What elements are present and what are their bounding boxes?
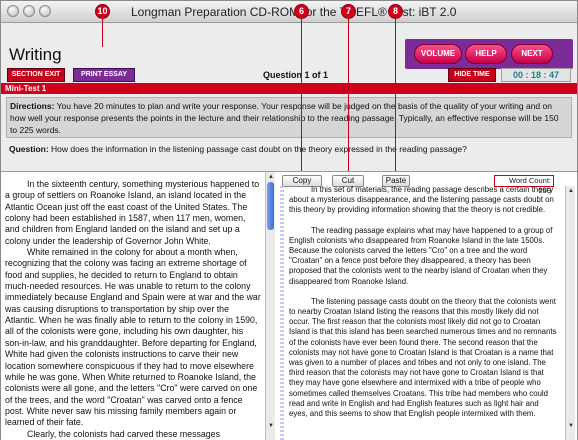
callout-line-10 xyxy=(102,18,103,47)
essay-paragraph: The listening passage casts doubt on the… xyxy=(289,296,557,419)
question-label: Question: xyxy=(9,144,49,154)
callout-line-6 xyxy=(301,18,302,175)
essay-scrollbar[interactable]: ▲ ▼ xyxy=(565,186,575,440)
test-label: Mini-Test 1 xyxy=(5,84,47,93)
volume-button[interactable]: VOLUME xyxy=(414,44,462,64)
content-area: In the sixteenth century, something myst… xyxy=(1,171,577,440)
reading-paragraph: Clearly, the colonists had carved these … xyxy=(27,428,220,439)
reading-passage: In the sixteenth century, something myst… xyxy=(5,179,261,440)
reading-scrollbar[interactable]: ▲ ▼ xyxy=(265,172,275,440)
reading-paragraph: In the sixteenth century, something myst… xyxy=(5,179,260,246)
reading-paragraph: White remained in the colony for about a… xyxy=(5,247,261,428)
section-exit-button[interactable]: SECTION EXIT xyxy=(7,68,65,82)
print-essay-button[interactable]: PRINT ESSAY xyxy=(73,68,135,82)
essay-scroll-down-icon[interactable]: ▼ xyxy=(567,422,575,430)
callout-line-8 xyxy=(395,18,396,175)
question-text: How does the information in the listenin… xyxy=(48,144,467,154)
essay-margin-rail xyxy=(280,186,284,440)
callout-8-badge: 8 xyxy=(388,4,403,19)
callout-line-7 xyxy=(348,18,349,175)
directions-label: Directions: xyxy=(10,101,55,111)
directions-box: Directions: You have 20 minutes to plan … xyxy=(6,97,572,138)
directions-text: You have 20 minutes to plan and write yo… xyxy=(10,101,559,135)
minimize-window-icon[interactable] xyxy=(23,5,35,17)
essay-paragraph: In this set of materials, the reading pa… xyxy=(289,185,554,215)
title-bar: Longman Preparation CD-ROM for the TOEFL… xyxy=(1,1,577,23)
scroll-down-icon[interactable]: ▼ xyxy=(267,422,275,430)
test-bar: Mini-Test 1 xyxy=(1,83,577,94)
hide-time-button[interactable]: HIDE TIME xyxy=(448,68,496,82)
callout-6-badge: 6 xyxy=(294,4,309,19)
essay-scroll-up-icon[interactable]: ▲ xyxy=(567,187,575,195)
help-button[interactable]: HELP xyxy=(465,44,507,64)
countdown-timer: 00 : 18 : 47 xyxy=(501,68,571,82)
close-window-icon[interactable] xyxy=(7,5,19,17)
callout-10-badge: 10 xyxy=(95,4,110,19)
essay-paragraph: The reading passage explains what may ha… xyxy=(289,225,553,286)
reading-scroll-thumb[interactable] xyxy=(267,182,274,230)
question-prompt: Question: How does the information in th… xyxy=(9,143,569,155)
callout-7-badge: 7 xyxy=(341,4,356,19)
question-count: Question 1 of 1 xyxy=(263,70,329,80)
zoom-window-icon[interactable] xyxy=(39,5,51,17)
section-title: Writing xyxy=(9,45,62,64)
app-window: Longman Preparation CD-ROM for the TOEFL… xyxy=(0,0,578,440)
next-button[interactable]: NEXT xyxy=(511,44,553,64)
essay-editor[interactable]: In this set of materials, the reading pa… xyxy=(289,185,559,429)
